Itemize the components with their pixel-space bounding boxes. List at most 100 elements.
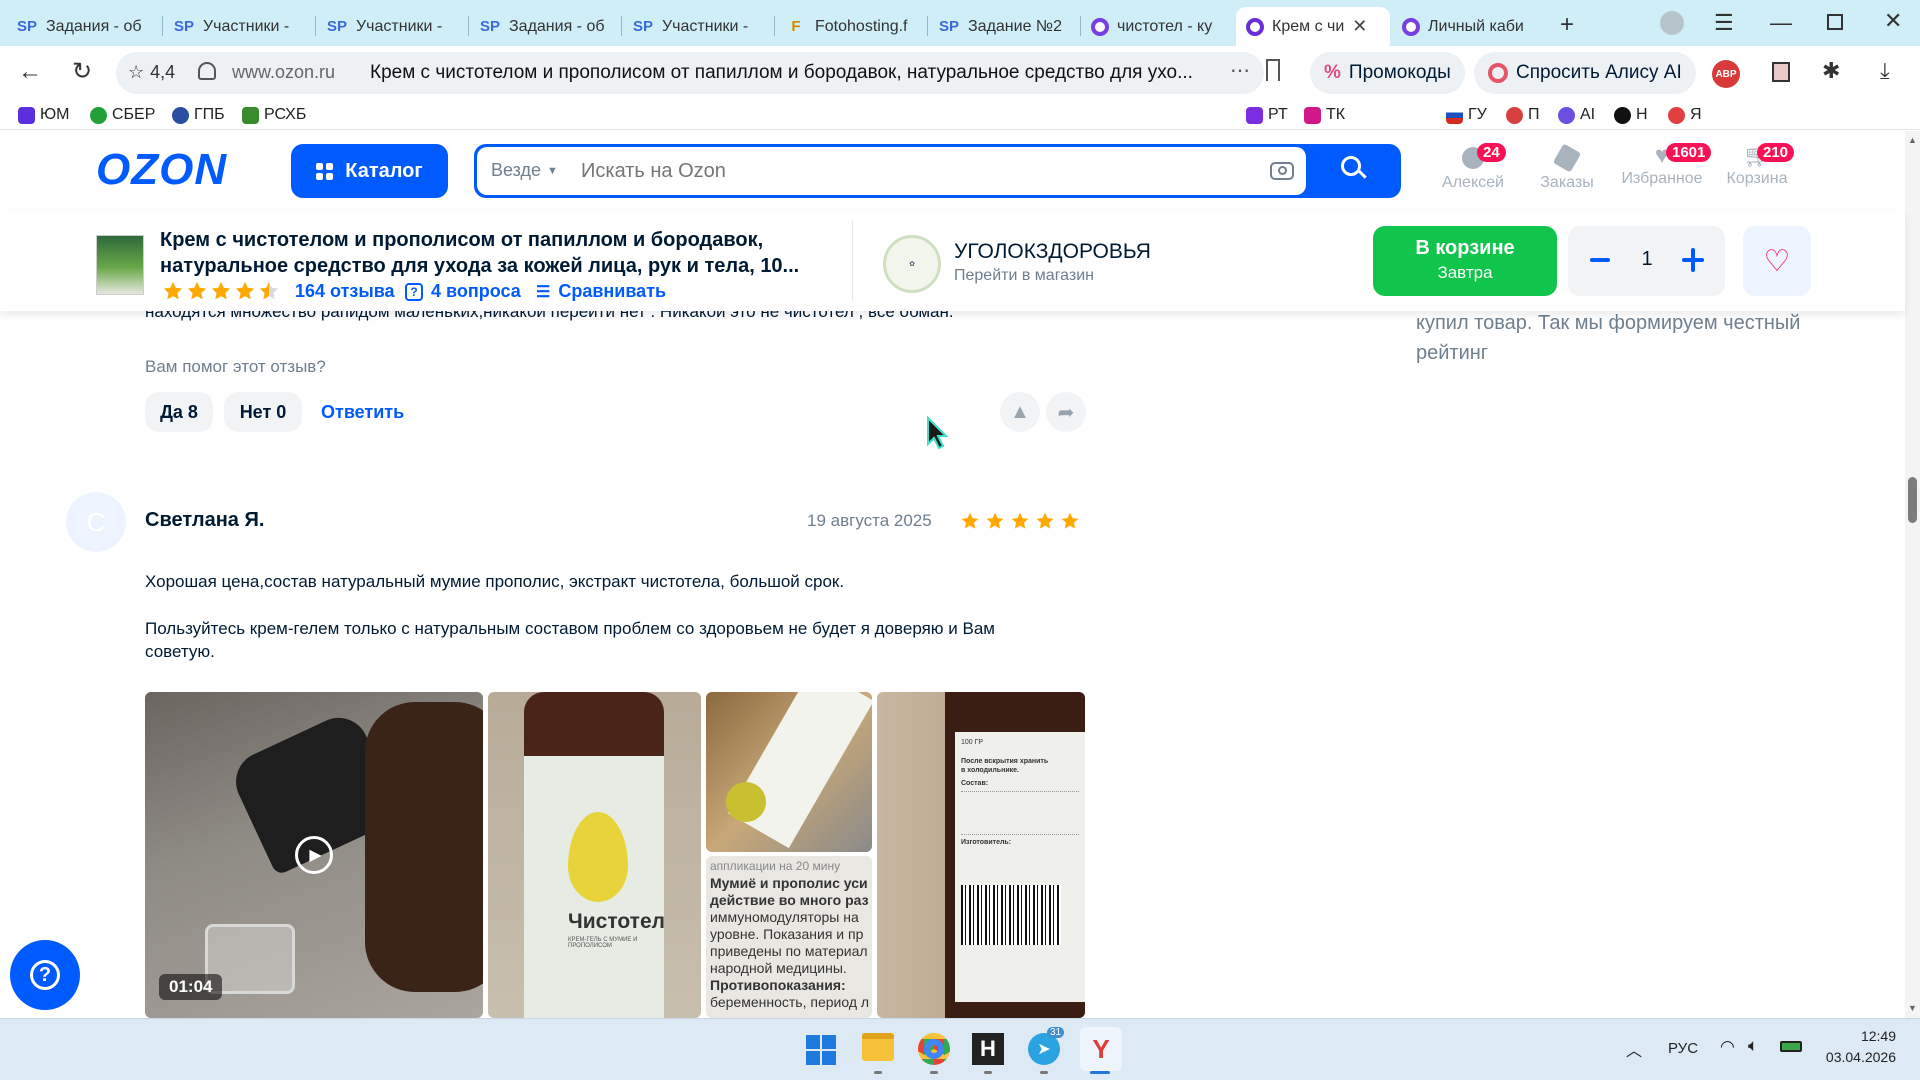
fotohosting-favicon-icon: F xyxy=(791,18,801,35)
catalog-button[interactable]: Каталог xyxy=(291,144,448,198)
browser-tab[interactable]: SP Задания - об xyxy=(6,7,161,46)
language-indicator[interactable]: РУС xyxy=(1668,1040,1698,1057)
site-rating[interactable]: ☆ 4,4 xyxy=(128,62,175,83)
reply-link[interactable]: Ответить xyxy=(321,402,404,423)
play-icon[interactable]: ▶ xyxy=(295,836,333,874)
browser-tab[interactable]: F Fotohosting.f xyxy=(775,7,927,46)
bookmark-item[interactable]: Н xyxy=(1614,104,1648,126)
clock-time[interactable]: 12:49 xyxy=(1836,1028,1896,1044)
url-page-title[interactable]: Крем с чистотелом и прополисом от папилл… xyxy=(370,62,1193,84)
bookmark-item[interactable]: ГПБ xyxy=(172,104,225,126)
back-icon[interactable]: ← xyxy=(18,58,42,86)
avatar: С xyxy=(66,492,126,552)
review-video-thumbnail[interactable]: ▶ 01:04 xyxy=(145,692,483,1018)
review-author[interactable]: Светлана Я. xyxy=(145,509,264,532)
in-cart-button[interactable]: В корзине Завтра xyxy=(1373,226,1557,296)
file-explorer-icon[interactable] xyxy=(862,1033,894,1061)
compare-icon: ☰ xyxy=(536,283,551,301)
download-icon[interactable]: ⤓ xyxy=(1880,58,1890,84)
review-photo[interactable]: аппликации на 20 мину Мумиё и прополис у… xyxy=(706,856,872,1018)
camera-icon[interactable] xyxy=(1270,162,1294,180)
page-scrollbar[interactable]: ▲ ▼ xyxy=(1905,131,1920,1018)
browser-tab[interactable]: SP Задания - об xyxy=(469,7,621,46)
review-photo[interactable]: Чистотел КРЕМ-ГЕЛЬ С МУМИЕ И ПРОПОЛИСОМ xyxy=(488,692,701,1018)
bookmark-item[interactable]: ГУ xyxy=(1446,104,1487,126)
bookmark-label: СБЕР xyxy=(112,106,156,123)
adblock-icon[interactable]: ABP xyxy=(1712,60,1740,88)
bookmark-item[interactable]: РСХБ xyxy=(242,104,306,126)
yandex-browser-icon[interactable]: Y xyxy=(1085,1033,1117,1065)
bookmark-item[interactable]: ЮМ xyxy=(18,104,70,126)
search-icon[interactable] xyxy=(1341,156,1367,182)
bookmark-item[interactable]: П xyxy=(1506,104,1540,126)
bookmark-icon[interactable] xyxy=(1266,59,1280,81)
star-icon xyxy=(259,281,279,300)
question-bubble-icon: ? xyxy=(405,282,423,301)
browser-tab[interactable]: SP Задание №2 xyxy=(928,7,1080,46)
helpful-no-button[interactable]: Нет 0 xyxy=(224,392,302,432)
bookmark-item[interactable]: Я xyxy=(1668,104,1702,126)
profile-icon[interactable] xyxy=(1660,11,1684,35)
browser-tab[interactable]: чистотел - ку xyxy=(1081,7,1233,46)
scroll-up-icon[interactable]: ▲ xyxy=(1908,135,1917,145)
bookmark-item[interactable]: ТК xyxy=(1304,104,1345,126)
favorite-heart-icon[interactable]: ♡ xyxy=(1743,226,1811,296)
more-icon[interactable]: ⋯ xyxy=(1230,58,1250,83)
browser-tab-active[interactable]: Крем с чи ✕ xyxy=(1236,7,1390,46)
minus-icon[interactable] xyxy=(1590,258,1610,262)
browser-tab[interactable]: SP Участники - xyxy=(316,7,468,46)
battery-icon[interactable] xyxy=(1780,1041,1802,1052)
url-box[interactable]: ☆ 4,4 www.ozon.ru Крем с чистотелом и про… xyxy=(116,52,1264,94)
report-icon[interactable]: ▲ xyxy=(1000,392,1040,432)
product-thumbnail[interactable] xyxy=(96,235,144,295)
review-photo[interactable] xyxy=(706,692,872,852)
extensions-icon[interactable]: ✱ xyxy=(1822,58,1840,84)
help-button[interactable]: ? xyxy=(10,940,80,1010)
questions-link[interactable]: ? 4 вопроса xyxy=(405,281,521,302)
promocodes-button[interactable]: % Промокоды xyxy=(1310,52,1465,94)
menu-icon[interactable]: ☰ xyxy=(1714,10,1734,36)
close-tab-icon[interactable]: ✕ xyxy=(1352,16,1367,37)
chevron-up-icon[interactable]: ︿ xyxy=(1626,1037,1642,1061)
image-extension-icon[interactable] xyxy=(1772,62,1790,82)
bookmark-item[interactable]: AI xyxy=(1558,104,1595,126)
bookmark-item[interactable]: РТ xyxy=(1246,104,1288,126)
review-photo[interactable]: 100 ГР После вскрытия хранить в холодиль… xyxy=(877,692,1085,1018)
chrome-icon[interactable] xyxy=(918,1033,950,1065)
close-window-icon[interactable]: ✕ xyxy=(1884,8,1902,34)
nav-orders[interactable]: Заказы xyxy=(1534,143,1600,192)
reviews-link[interactable]: 164 отзыва xyxy=(295,281,395,302)
seller-store-link[interactable]: Перейти в магазин xyxy=(954,267,1094,285)
browser-tab[interactable]: Личный каби xyxy=(1392,7,1544,46)
restore-icon[interactable] xyxy=(1827,14,1843,30)
ozon-logo[interactable]: OZON xyxy=(96,145,227,195)
volume-icon[interactable]: 🔈︎ xyxy=(1748,1036,1758,1056)
wifi-icon[interactable]: ◠ xyxy=(1720,1037,1735,1057)
nav-cart[interactable]: 🛒︎ 210 Корзина xyxy=(1724,143,1795,188)
scroll-down-icon[interactable]: ▼ xyxy=(1908,1003,1917,1013)
nav-favorites[interactable]: ♥ 1601 Избранное xyxy=(1620,143,1712,188)
nav-profile[interactable]: 24 Алексей xyxy=(1440,143,1506,192)
scrollbar-thumb[interactable] xyxy=(1908,477,1917,523)
shield-icon[interactable] xyxy=(198,62,216,80)
compare-link[interactable]: ☰ Сравнивать xyxy=(536,281,666,302)
bookmark-item[interactable]: СБЕР xyxy=(90,104,155,126)
product-title[interactable]: Крем с чистотелом и прополисом от папилл… xyxy=(160,227,799,279)
browser-tab[interactable]: SP Участники - xyxy=(622,7,774,46)
minimize-icon[interactable]: — xyxy=(1770,10,1792,36)
search-input[interactable] xyxy=(581,157,1181,185)
new-tab-button[interactable]: + xyxy=(1552,10,1582,40)
alice-button[interactable]: Спросить Алису AI xyxy=(1474,52,1696,94)
reload-icon[interactable]: ↻ xyxy=(72,57,92,86)
helpful-yes-button[interactable]: Да 8 xyxy=(145,392,213,432)
search-scope-select[interactable]: Везде ▼ xyxy=(491,160,558,181)
seller-logo[interactable]: ✿ xyxy=(883,235,941,293)
url-domain[interactable]: www.ozon.ru xyxy=(232,62,335,83)
windows-start-icon[interactable] xyxy=(806,1035,836,1065)
h-app-icon[interactable]: H xyxy=(972,1033,1004,1065)
share-icon[interactable]: ➦ xyxy=(1046,392,1086,432)
browser-tab[interactable]: SP Участники - xyxy=(163,7,315,46)
clock-date[interactable]: 03.04.2026 xyxy=(1824,1049,1896,1065)
seller-name[interactable]: УГОЛОКЗДОРОВЬЯ xyxy=(954,240,1151,264)
plus-icon[interactable] xyxy=(1682,248,1704,272)
